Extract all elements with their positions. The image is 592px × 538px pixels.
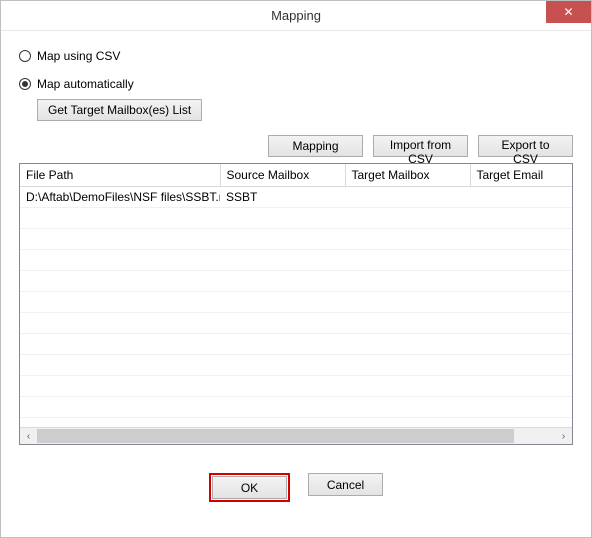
table-row[interactable]: D:\Aftab\DemoFiles\NSF files\SSBT.nsf SS… [20,186,572,207]
ok-button[interactable]: OK [212,476,287,499]
close-button[interactable]: ✕ [546,1,591,23]
table-row: . [20,354,572,375]
cancel-button[interactable]: Cancel [308,473,383,496]
scroll-right-icon[interactable]: › [555,428,572,444]
table-row: . [20,291,572,312]
table-row: . [20,312,572,333]
window-title: Mapping [1,8,591,23]
ok-highlight: OK [209,473,290,502]
header-target-mailbox[interactable]: Target Mailbox [345,164,470,186]
table-row: . [20,333,572,354]
radio-icon [19,78,31,90]
dialog-content: Map using CSV Map automatically Get Targ… [1,31,591,510]
table-row: . [20,396,572,417]
header-target-email[interactable]: Target Email [470,164,572,186]
table-row: . [20,375,572,396]
import-csv-button[interactable]: Import from CSV [373,135,468,157]
cell-file-path: D:\Aftab\DemoFiles\NSF files\SSBT.nsf [20,186,220,207]
mapping-button[interactable]: Mapping [268,135,363,157]
cell-target-email [470,186,572,207]
radio-map-auto[interactable]: Map automatically [19,77,573,91]
table-header-row: File Path Source Mailbox Target Mailbox … [20,164,572,186]
dialog-footer: OK Cancel [19,445,573,502]
close-icon: ✕ [563,5,573,19]
horizontal-scrollbar[interactable]: ‹ › [20,427,572,444]
table-row: . [20,249,572,270]
header-source-mailbox[interactable]: Source Mailbox [220,164,345,186]
radio-icon [19,50,31,62]
cell-source-mailbox: SSBT [220,186,345,207]
table-row: . [20,270,572,291]
table-row: . [20,228,572,249]
mapping-table: File Path Source Mailbox Target Mailbox … [19,163,573,445]
scroll-track[interactable] [37,428,555,444]
radio-map-csv[interactable]: Map using CSV [19,49,573,63]
header-file-path[interactable]: File Path [20,164,220,186]
titlebar: Mapping ✕ [1,1,591,31]
scroll-left-icon[interactable]: ‹ [20,428,37,444]
radio-map-csv-label: Map using CSV [37,49,120,63]
cell-target-mailbox [345,186,470,207]
get-target-mailboxes-button[interactable]: Get Target Mailbox(es) List [37,99,202,121]
toolbar: Mapping Import from CSV Export to CSV [19,135,573,157]
scroll-thumb[interactable] [37,429,514,443]
table-row: . [20,207,572,228]
export-csv-button[interactable]: Export to CSV [478,135,573,157]
radio-map-auto-label: Map automatically [37,77,134,91]
